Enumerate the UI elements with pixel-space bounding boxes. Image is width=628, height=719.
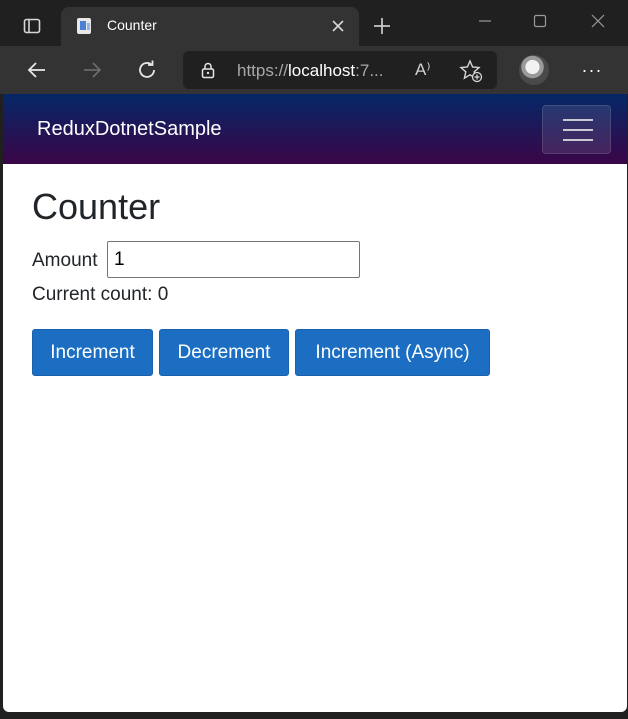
hamburger-icon: [563, 129, 593, 131]
tab-actions-icon[interactable]: [12, 12, 52, 40]
decrement-button[interactable]: Decrement: [159, 329, 289, 376]
profile-avatar[interactable]: [519, 55, 549, 85]
read-aloud-icon[interactable]: A⁾: [415, 60, 437, 80]
forward-icon[interactable]: [78, 56, 106, 84]
maximize-icon[interactable]: [529, 10, 551, 32]
minimize-icon[interactable]: [474, 10, 496, 32]
current-count: Current count: 0: [32, 284, 168, 306]
hamburger-icon: [563, 119, 593, 121]
navbar-toggler-button[interactable]: [542, 105, 611, 154]
url-text[interactable]: https://localhost:7...: [237, 61, 384, 81]
address-bar[interactable]: https://localhost:7... A⁾: [183, 51, 497, 89]
browser-window: Counter https://localhost:7... A⁾ ··· Re…: [0, 0, 628, 719]
page-viewport: ReduxDotnetSample Counter Amount Current…: [3, 94, 627, 712]
current-count-label: Current count:: [32, 284, 153, 305]
hamburger-icon: [563, 139, 593, 141]
refresh-icon[interactable]: [133, 56, 161, 84]
navbar-brand[interactable]: ReduxDotnetSample: [37, 118, 222, 141]
tab-counter[interactable]: Counter: [61, 7, 359, 46]
current-count-value: 0: [157, 284, 169, 305]
close-window-icon[interactable]: [587, 10, 609, 32]
new-tab-icon[interactable]: [370, 14, 394, 38]
lock-icon[interactable]: [199, 61, 217, 79]
amount-label: Amount: [32, 250, 98, 271]
back-icon[interactable]: [23, 56, 51, 84]
page-title: Counter: [32, 186, 161, 227]
add-favorite-icon[interactable]: [459, 59, 483, 83]
more-options-icon[interactable]: ···: [578, 58, 606, 82]
increment-button[interactable]: Increment: [32, 329, 153, 376]
close-tab-icon[interactable]: [329, 17, 347, 35]
browser-toolbar: https://localhost:7... A⁾ ···: [0, 46, 628, 94]
top-navbar: ReduxDotnetSample: [3, 94, 627, 164]
amount-input[interactable]: [107, 241, 360, 278]
increment-async-button[interactable]: Increment (Async): [295, 329, 490, 376]
tab-strip: Counter: [0, 0, 628, 46]
page-favicon-icon: [75, 16, 95, 36]
tab-title: Counter: [107, 17, 157, 33]
